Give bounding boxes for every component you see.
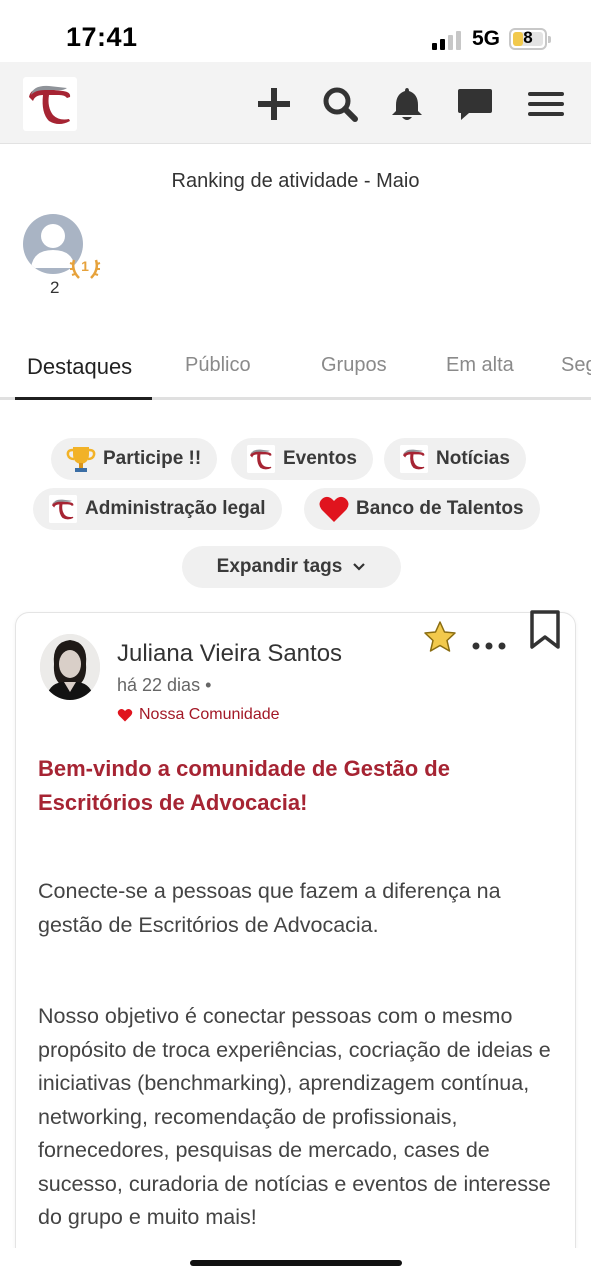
bell-icon[interactable] <box>387 84 427 124</box>
tag-label: Notícias <box>436 448 510 469</box>
tab-em-alta[interactable]: Em alta <box>446 354 514 377</box>
tag-noticias[interactable]: Notícias <box>384 438 526 480</box>
tag-eventos[interactable]: Eventos <box>231 438 373 480</box>
logo-icon <box>47 493 79 525</box>
trophy-icon <box>65 443 97 475</box>
status-time: 17:41 <box>66 22 138 52</box>
chevron-down-icon <box>352 562 366 572</box>
battery-level: 8 <box>523 28 533 47</box>
post-title: Bem-vindo a comunidade de Gestão de Escr… <box>38 756 450 815</box>
rank-badge-number: 1 <box>81 258 89 274</box>
home-indicator[interactable] <box>190 1260 402 1266</box>
star-icon[interactable] <box>423 620 457 654</box>
more-options-icon[interactable] <box>470 632 508 660</box>
post-community[interactable]: Nossa Comunidade <box>117 706 280 724</box>
heart-icon <box>117 708 133 722</box>
app-logo[interactable] <box>23 77 77 131</box>
feed-tabs: Destaques Público Grupos Em alta Seg <box>0 340 591 400</box>
active-tab-indicator <box>15 397 152 400</box>
bookmark-icon[interactable] <box>528 610 562 650</box>
tab-seguindo[interactable]: Seg <box>561 354 591 377</box>
expand-tags-button[interactable]: Expandir tags <box>182 546 401 588</box>
tab-publico[interactable]: Público <box>185 354 251 377</box>
post-paragraph: Conecte-se a pessoas que fazem a diferen… <box>38 879 501 937</box>
ranking-count: 2 <box>50 278 60 297</box>
tag-label: Eventos <box>283 448 357 469</box>
status-bar: 17:41 5G 8 <box>0 0 591 62</box>
battery-icon: 8 <box>509 28 551 50</box>
expand-tags-label: Expandir tags <box>216 556 343 577</box>
author-name[interactable]: Juliana Vieira Santos <box>117 640 342 668</box>
logo-icon <box>245 443 277 475</box>
tag-label: Banco de Talentos <box>356 498 524 519</box>
chat-icon[interactable] <box>455 84 495 124</box>
author-avatar[interactable] <box>40 634 100 700</box>
tab-destaques[interactable]: Destaques <box>27 354 132 380</box>
tag-banco-de-talentos[interactable]: Banco de Talentos <box>304 488 540 530</box>
tag-label: Participe !! <box>103 448 202 469</box>
network-type: 5G <box>472 27 501 50</box>
rank-laurel-icon: 1 <box>69 254 101 282</box>
heart-icon <box>318 493 350 525</box>
community-label: Nossa Comunidade <box>139 706 280 723</box>
post-paragraph: Nosso objetivo é conectar pessoas com o … <box>38 1004 551 1229</box>
post-timestamp: há 22 dias • <box>117 675 212 695</box>
signal-icon <box>432 30 464 50</box>
tag-label: Administração legal <box>85 498 266 519</box>
app-header <box>0 62 591 144</box>
plus-icon[interactable] <box>254 84 294 124</box>
tag-administracao-legal[interactable]: Administração legal <box>33 488 282 530</box>
menu-icon[interactable] <box>526 84 566 124</box>
ranking-title: Ranking de atividade - Maio <box>171 170 420 192</box>
tag-participe[interactable]: Participe !! <box>51 438 218 480</box>
search-icon[interactable] <box>320 84 360 124</box>
logo-icon <box>398 443 430 475</box>
tab-grupos[interactable]: Grupos <box>321 354 387 377</box>
